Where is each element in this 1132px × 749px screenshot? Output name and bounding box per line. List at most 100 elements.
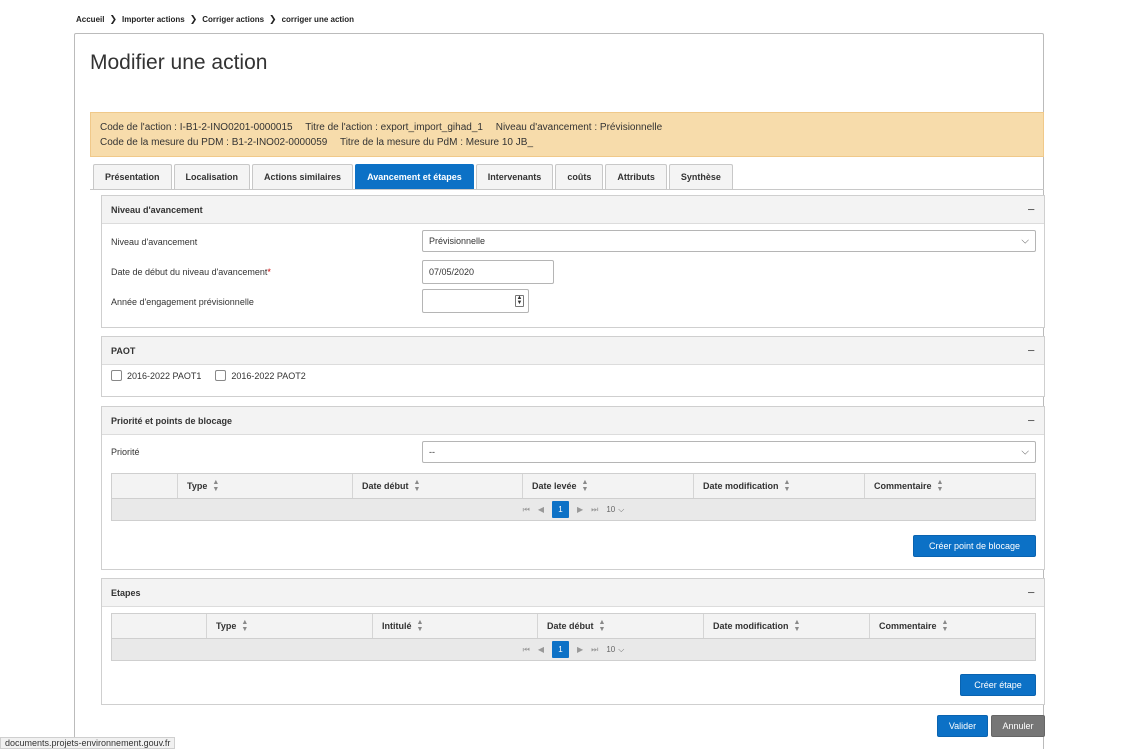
first-page-icon[interactable]: ⏮ xyxy=(523,645,530,655)
etapes-grid: Type ▲ ▼ Intitulé ▲ ▼ Date début ▲ ▼ Date modi… xyxy=(111,613,1036,661)
col-date-debut-label: Date début xyxy=(362,481,409,491)
sort-icon: ▲ ▼ xyxy=(783,479,791,493)
breadcrumb-corriger-actions[interactable]: Corriger actions xyxy=(202,15,264,24)
first-page-icon[interactable]: ⏮ xyxy=(523,505,530,515)
col-type-label: Type xyxy=(187,481,208,491)
tab-intervenants[interactable]: Intervenants xyxy=(475,164,554,189)
col-date-modification[interactable]: Date modification ▲ ▼ xyxy=(703,614,869,638)
section-priorite: Priorité et points de blocage − Priorité… xyxy=(101,406,1045,570)
grid-pager: ⏮ ◀ 1 ▶ ⏭ 10 ⌵ xyxy=(112,639,1035,660)
niveau-select[interactable]: Prévisionnelle ⌵ xyxy=(422,230,1036,252)
minus-icon[interactable]: − xyxy=(1027,202,1035,217)
create-etape-button[interactable]: Créer étape xyxy=(960,674,1036,696)
section-header: PAOT − xyxy=(102,337,1044,365)
col-type[interactable]: Type ▲ ▼ xyxy=(206,614,372,638)
minus-icon[interactable]: − xyxy=(1027,413,1035,428)
info-code-mesure: Code de la mesure du PDM : B1-2-INO02-00… xyxy=(100,137,328,148)
chevron-down-icon: ⌵ xyxy=(618,644,625,654)
sort-icon: ▲ ▼ xyxy=(581,479,589,493)
col-intitule[interactable]: Intitulé ▲ ▼ xyxy=(372,614,537,638)
chevron-right-icon: ❯ xyxy=(109,14,118,24)
label-date-debut-text: Date de début du niveau d'avancement xyxy=(111,267,268,277)
col-date-modification[interactable]: Date modification ▲ ▼ xyxy=(693,474,864,498)
date-debut-input[interactable]: 07/05/2020 xyxy=(422,260,554,284)
label-priorite: Priorité xyxy=(111,447,140,457)
prev-page-icon[interactable]: ◀ xyxy=(538,505,544,514)
checkbox-icon[interactable] xyxy=(111,370,122,381)
label-date-debut: Date de début du niveau d'avancement* xyxy=(111,267,271,277)
section-title: Niveau d'avancement xyxy=(111,204,203,215)
next-page-icon[interactable]: ▶ xyxy=(577,505,583,514)
sort-icon: ▲ ▼ xyxy=(416,619,424,633)
priorite-select-value: -- xyxy=(429,447,435,457)
col-date-debut-label: Date début xyxy=(547,621,594,631)
section-header: Priorité et points de blocage − xyxy=(102,407,1044,435)
sort-icon: ▲ ▼ xyxy=(941,619,949,633)
breadcrumb-current: corriger une action xyxy=(281,15,355,24)
col-commentaire-label: Commentaire xyxy=(874,481,932,491)
page-size-value: 10 xyxy=(606,505,616,514)
info-code-action: Code de l'action : I-B1-2-INO0201-000001… xyxy=(100,122,293,133)
section-title: Priorité et points de blocage xyxy=(111,415,233,426)
breadcrumb: Accueil ❯ Importer actions ❯ Corriger ac… xyxy=(76,14,355,25)
tab-avancement-etapes[interactable]: Avancement et étapes xyxy=(355,164,474,189)
action-info-box: Code de l'action : I-B1-2-INO0201-000001… xyxy=(90,112,1044,157)
tab-presentation[interactable]: Présentation xyxy=(93,164,172,189)
pager-current-page[interactable]: 1 xyxy=(552,501,569,518)
label-niveau: Niveau d'avancement xyxy=(111,237,198,247)
minus-icon[interactable]: − xyxy=(1027,585,1035,600)
last-page-icon[interactable]: ⏭ xyxy=(591,505,598,515)
validate-button[interactable]: Valider xyxy=(937,715,988,737)
tab-attributs[interactable]: Attributs xyxy=(605,164,667,189)
cancel-button[interactable]: Annuler xyxy=(991,715,1045,737)
pager-current-page[interactable]: 1 xyxy=(552,641,569,658)
col-date-debut[interactable]: Date début ▲ ▼ xyxy=(537,614,703,638)
spinner-icon[interactable]: ▲ ▼ xyxy=(515,295,524,307)
checkbox-icon[interactable] xyxy=(215,370,227,381)
col-date-levee[interactable]: Date levée ▲ ▼ xyxy=(522,474,693,498)
info-titre-mesure: Titre de la mesure du PdM : Mesure 10 JB… xyxy=(339,137,533,148)
paot2-checkbox[interactable]: 2016-2022 PAOT2 xyxy=(215,370,306,381)
niveau-select-value: Prévisionnelle xyxy=(429,236,486,246)
grid-col-select xyxy=(112,614,206,638)
col-commentaire[interactable]: Commentaire ▲ ▼ xyxy=(864,474,1035,498)
annee-input[interactable]: ▲ ▼ xyxy=(422,289,529,313)
last-page-icon[interactable]: ⏭ xyxy=(591,645,598,655)
grid-pager: ⏮ ◀ 1 ▶ ⏭ 10 ⌵ xyxy=(112,499,1035,520)
col-commentaire-label: Commentaire xyxy=(879,621,937,631)
chevron-down-icon: ⌵ xyxy=(618,504,625,514)
chevron-down-icon: ⌵ xyxy=(1021,235,1029,247)
tab-localisation[interactable]: Localisation xyxy=(173,164,251,189)
next-page-icon[interactable]: ▶ xyxy=(577,645,583,654)
sort-icon: ▲ ▼ xyxy=(936,479,944,493)
info-titre-action: Titre de l'action : export_import_gihad_… xyxy=(305,122,483,133)
paot2-label: 2016-2022 PAOT2 xyxy=(231,370,306,381)
col-commentaire[interactable]: Commentaire ▲ ▼ xyxy=(869,614,1035,638)
tab-couts[interactable]: coûts xyxy=(555,164,604,189)
paot1-checkbox[interactable]: 2016-2022 PAOT1 xyxy=(111,370,201,381)
breadcrumb-accueil[interactable]: Accueil xyxy=(76,15,104,24)
tab-synthese[interactable]: Synthèse xyxy=(668,164,733,189)
tab-actions-similaires[interactable]: Actions similaires xyxy=(252,164,354,189)
page-size-select[interactable]: 10 ⌵ xyxy=(606,645,624,655)
breadcrumb-importer-actions[interactable]: Importer actions xyxy=(122,15,185,24)
col-date-debut[interactable]: Date début ▲ ▼ xyxy=(352,474,522,498)
col-date-modification-label: Date modification xyxy=(713,621,789,631)
section-title: Etapes xyxy=(111,587,141,598)
main-panel: Modifier une action Code de l'action : I… xyxy=(74,33,1045,749)
required-mark: * xyxy=(267,267,271,277)
priorite-select[interactable]: -- ⌵ xyxy=(422,441,1036,463)
page-size-value: 10 xyxy=(606,645,616,654)
page-size-select[interactable]: 10 ⌵ xyxy=(606,505,624,515)
chevron-right-icon: ❯ xyxy=(269,14,277,24)
col-type[interactable]: Type ▲ ▼ xyxy=(177,474,352,498)
prev-page-icon[interactable]: ◀ xyxy=(538,645,544,654)
grid-header: Type ▲ ▼ Intitulé ▲ ▼ Date début ▲ ▼ Date modi… xyxy=(112,614,1035,639)
sort-icon: ▲ ▼ xyxy=(212,479,220,493)
minus-icon[interactable]: − xyxy=(1027,343,1035,358)
paot1-label: 2016-2022 PAOT1 xyxy=(127,370,202,381)
chevron-down-icon: ⌵ xyxy=(1021,446,1029,458)
tabs-divider xyxy=(90,189,1044,190)
create-blocage-button[interactable]: Créer point de blocage xyxy=(913,535,1036,557)
info-line-2: Code de la mesure du PDM : B1-2-INO02-00… xyxy=(100,135,1034,150)
